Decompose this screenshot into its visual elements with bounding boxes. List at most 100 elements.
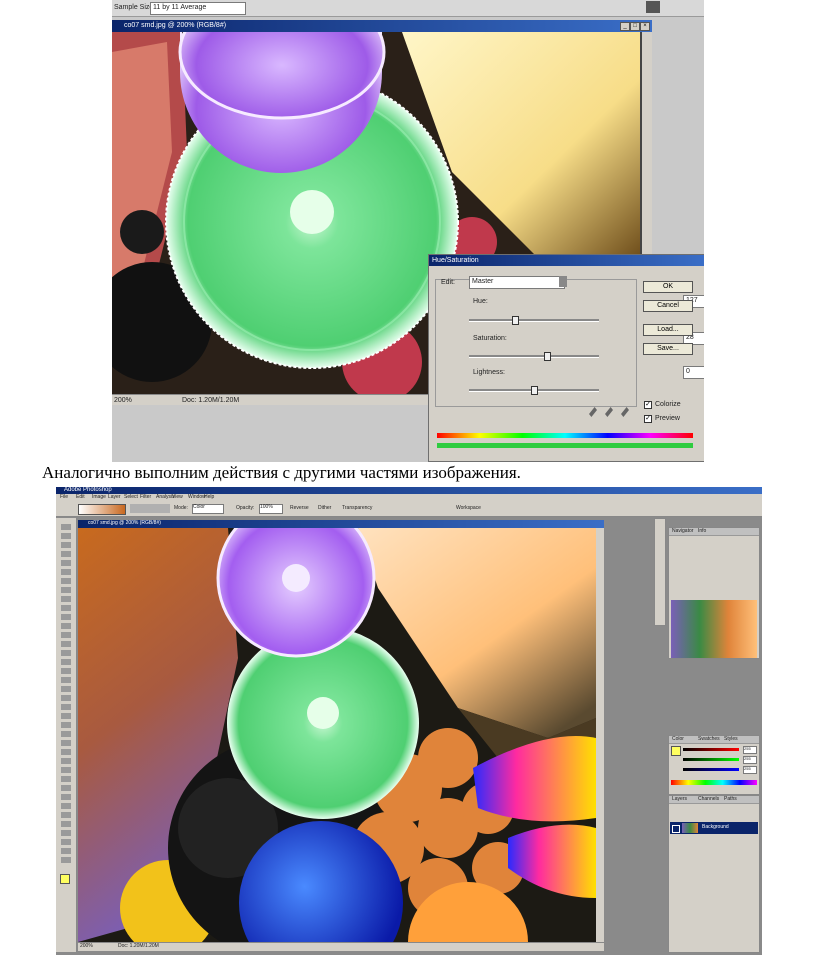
dialog-titlebar[interactable]: Hue/Saturation: [429, 255, 704, 266]
tool-icon[interactable]: [61, 839, 71, 845]
sample-size-select[interactable]: 11 by 11 Average: [150, 2, 246, 15]
cancel-button[interactable]: Cancel: [643, 300, 693, 312]
tool-icon[interactable]: [61, 605, 71, 611]
tool-icon[interactable]: [61, 749, 71, 755]
tool-icon[interactable]: [61, 812, 71, 818]
tool-icon[interactable]: [61, 803, 71, 809]
zoom-level[interactable]: 200%: [114, 397, 132, 404]
layers-tabs[interactable]: Layers Channels Paths: [669, 796, 759, 804]
edit-select[interactable]: Master: [469, 276, 565, 289]
eyedropper-plus-icon[interactable]: [605, 407, 613, 417]
eye-icon[interactable]: [672, 825, 680, 833]
tool-icon[interactable]: [61, 623, 71, 629]
minimize-icon[interactable]: _: [620, 22, 630, 31]
workspace-button[interactable]: Workspace: [456, 506, 481, 511]
tool-icon[interactable]: [61, 632, 71, 638]
menu-item-filter[interactable]: Filter: [140, 495, 151, 500]
tool-icon[interactable]: [61, 524, 71, 530]
tool-icon[interactable]: [61, 569, 71, 575]
eyedropper-icon[interactable]: [589, 407, 597, 417]
tool-icon[interactable]: [61, 767, 71, 773]
tool-icon[interactable]: [61, 722, 71, 728]
opacity-input[interactable]: 100%: [259, 504, 283, 514]
save-button[interactable]: Save...: [643, 343, 693, 355]
tool-icon[interactable]: [61, 578, 71, 584]
tool-icon[interactable]: [61, 668, 71, 674]
menu-item-view[interactable]: View: [172, 495, 183, 500]
saturation-slider-thumb[interactable]: [544, 352, 551, 361]
tool-icon[interactable]: [61, 713, 71, 719]
gradient-picker[interactable]: [78, 504, 126, 515]
saturation-slider[interactable]: [469, 352, 599, 361]
navigator-tabs[interactable]: Navigator Info: [669, 528, 759, 536]
tool-icon[interactable]: [61, 677, 71, 683]
color-ramp[interactable]: [671, 780, 757, 785]
colorize-checkbox[interactable]: ✓: [644, 401, 652, 409]
tool-icon[interactable]: [61, 659, 71, 665]
hue-slider[interactable]: [469, 316, 599, 325]
menu-item-image[interactable]: Image: [92, 495, 106, 500]
ok-button[interactable]: OK: [643, 281, 693, 293]
tool-icon[interactable]: [61, 821, 71, 827]
vertical-scrollbar[interactable]: [596, 528, 604, 942]
tool-icon[interactable]: [61, 686, 71, 692]
tool-icon[interactable]: [61, 614, 71, 620]
tool-icon[interactable]: [61, 740, 71, 746]
dither-option[interactable]: Dither: [318, 506, 331, 511]
navigator-tab-info[interactable]: Info: [698, 529, 706, 534]
layers-tab-layers[interactable]: Layers: [672, 797, 687, 802]
tool-icon[interactable]: [61, 776, 71, 782]
gradient-type-icons[interactable]: [130, 504, 170, 513]
color-tab-color[interactable]: Color: [672, 737, 684, 742]
document-titlebar[interactable]: co07 smd.jpg @ 200% (RGB/8#): [78, 520, 604, 528]
menu-item-help[interactable]: Help: [204, 495, 214, 500]
reverse-option[interactable]: Reverse: [290, 506, 309, 511]
menu-item-edit[interactable]: Edit: [76, 495, 85, 500]
menu-item-layer[interactable]: Layer: [108, 495, 121, 500]
navigator-tab-navigator[interactable]: Navigator: [672, 529, 693, 534]
tool-icon[interactable]: [61, 551, 71, 557]
layer-row[interactable]: Background: [670, 822, 758, 834]
navigator-thumbnail[interactable]: [671, 600, 757, 658]
tool-icon[interactable]: [61, 650, 71, 656]
foreground-color-swatch[interactable]: [671, 746, 681, 756]
image-canvas[interactable]: [78, 528, 596, 942]
color-tab-styles[interactable]: Styles: [724, 737, 738, 742]
lightness-slider-thumb[interactable]: [531, 386, 538, 395]
close-icon[interactable]: ×: [640, 22, 650, 31]
tool-icon[interactable]: [61, 641, 71, 647]
green-slider[interactable]: [683, 758, 739, 761]
tool-icon[interactable]: [61, 533, 71, 539]
transparency-option[interactable]: Transparency: [342, 506, 372, 511]
tool-icon[interactable]: [61, 731, 71, 737]
workspace-icon[interactable]: [646, 1, 660, 13]
tool-icon[interactable]: [61, 704, 71, 710]
tool-icon[interactable]: [61, 560, 71, 566]
green-value[interactable]: 255: [743, 756, 757, 764]
lightness-input[interactable]: 0: [683, 366, 704, 379]
document-titlebar[interactable]: co07 smd.jpg @ 200% (RGB/8#) _ □ ×: [112, 20, 652, 32]
menu-item-select[interactable]: Select: [124, 495, 138, 500]
lightness-slider[interactable]: [469, 386, 599, 395]
tool-icon[interactable]: [61, 596, 71, 602]
chevron-down-icon[interactable]: [559, 276, 567, 287]
blue-value[interactable]: 255: [743, 766, 757, 774]
panel-dock[interactable]: [654, 518, 666, 626]
tool-icon[interactable]: [61, 695, 71, 701]
tool-icon[interactable]: [61, 848, 71, 854]
tool-icon[interactable]: [61, 785, 71, 791]
tool-icon[interactable]: [61, 587, 71, 593]
app-titlebar[interactable]: Adobe Photoshop: [56, 487, 762, 494]
mode-select[interactable]: Color: [192, 504, 224, 514]
layers-tab-paths[interactable]: Paths: [724, 797, 737, 802]
red-slider[interactable]: [683, 748, 739, 751]
foreground-color-swatch[interactable]: [60, 874, 70, 884]
menu-item-file[interactable]: File: [60, 495, 68, 500]
blue-slider[interactable]: [683, 768, 739, 771]
tool-icon[interactable]: [61, 857, 71, 863]
tool-icon[interactable]: [61, 758, 71, 764]
red-value[interactable]: 255: [743, 746, 757, 754]
zoom-level[interactable]: 200%: [80, 944, 93, 949]
layers-tab-channels[interactable]: Channels: [698, 797, 719, 802]
tool-icon[interactable]: [61, 542, 71, 548]
